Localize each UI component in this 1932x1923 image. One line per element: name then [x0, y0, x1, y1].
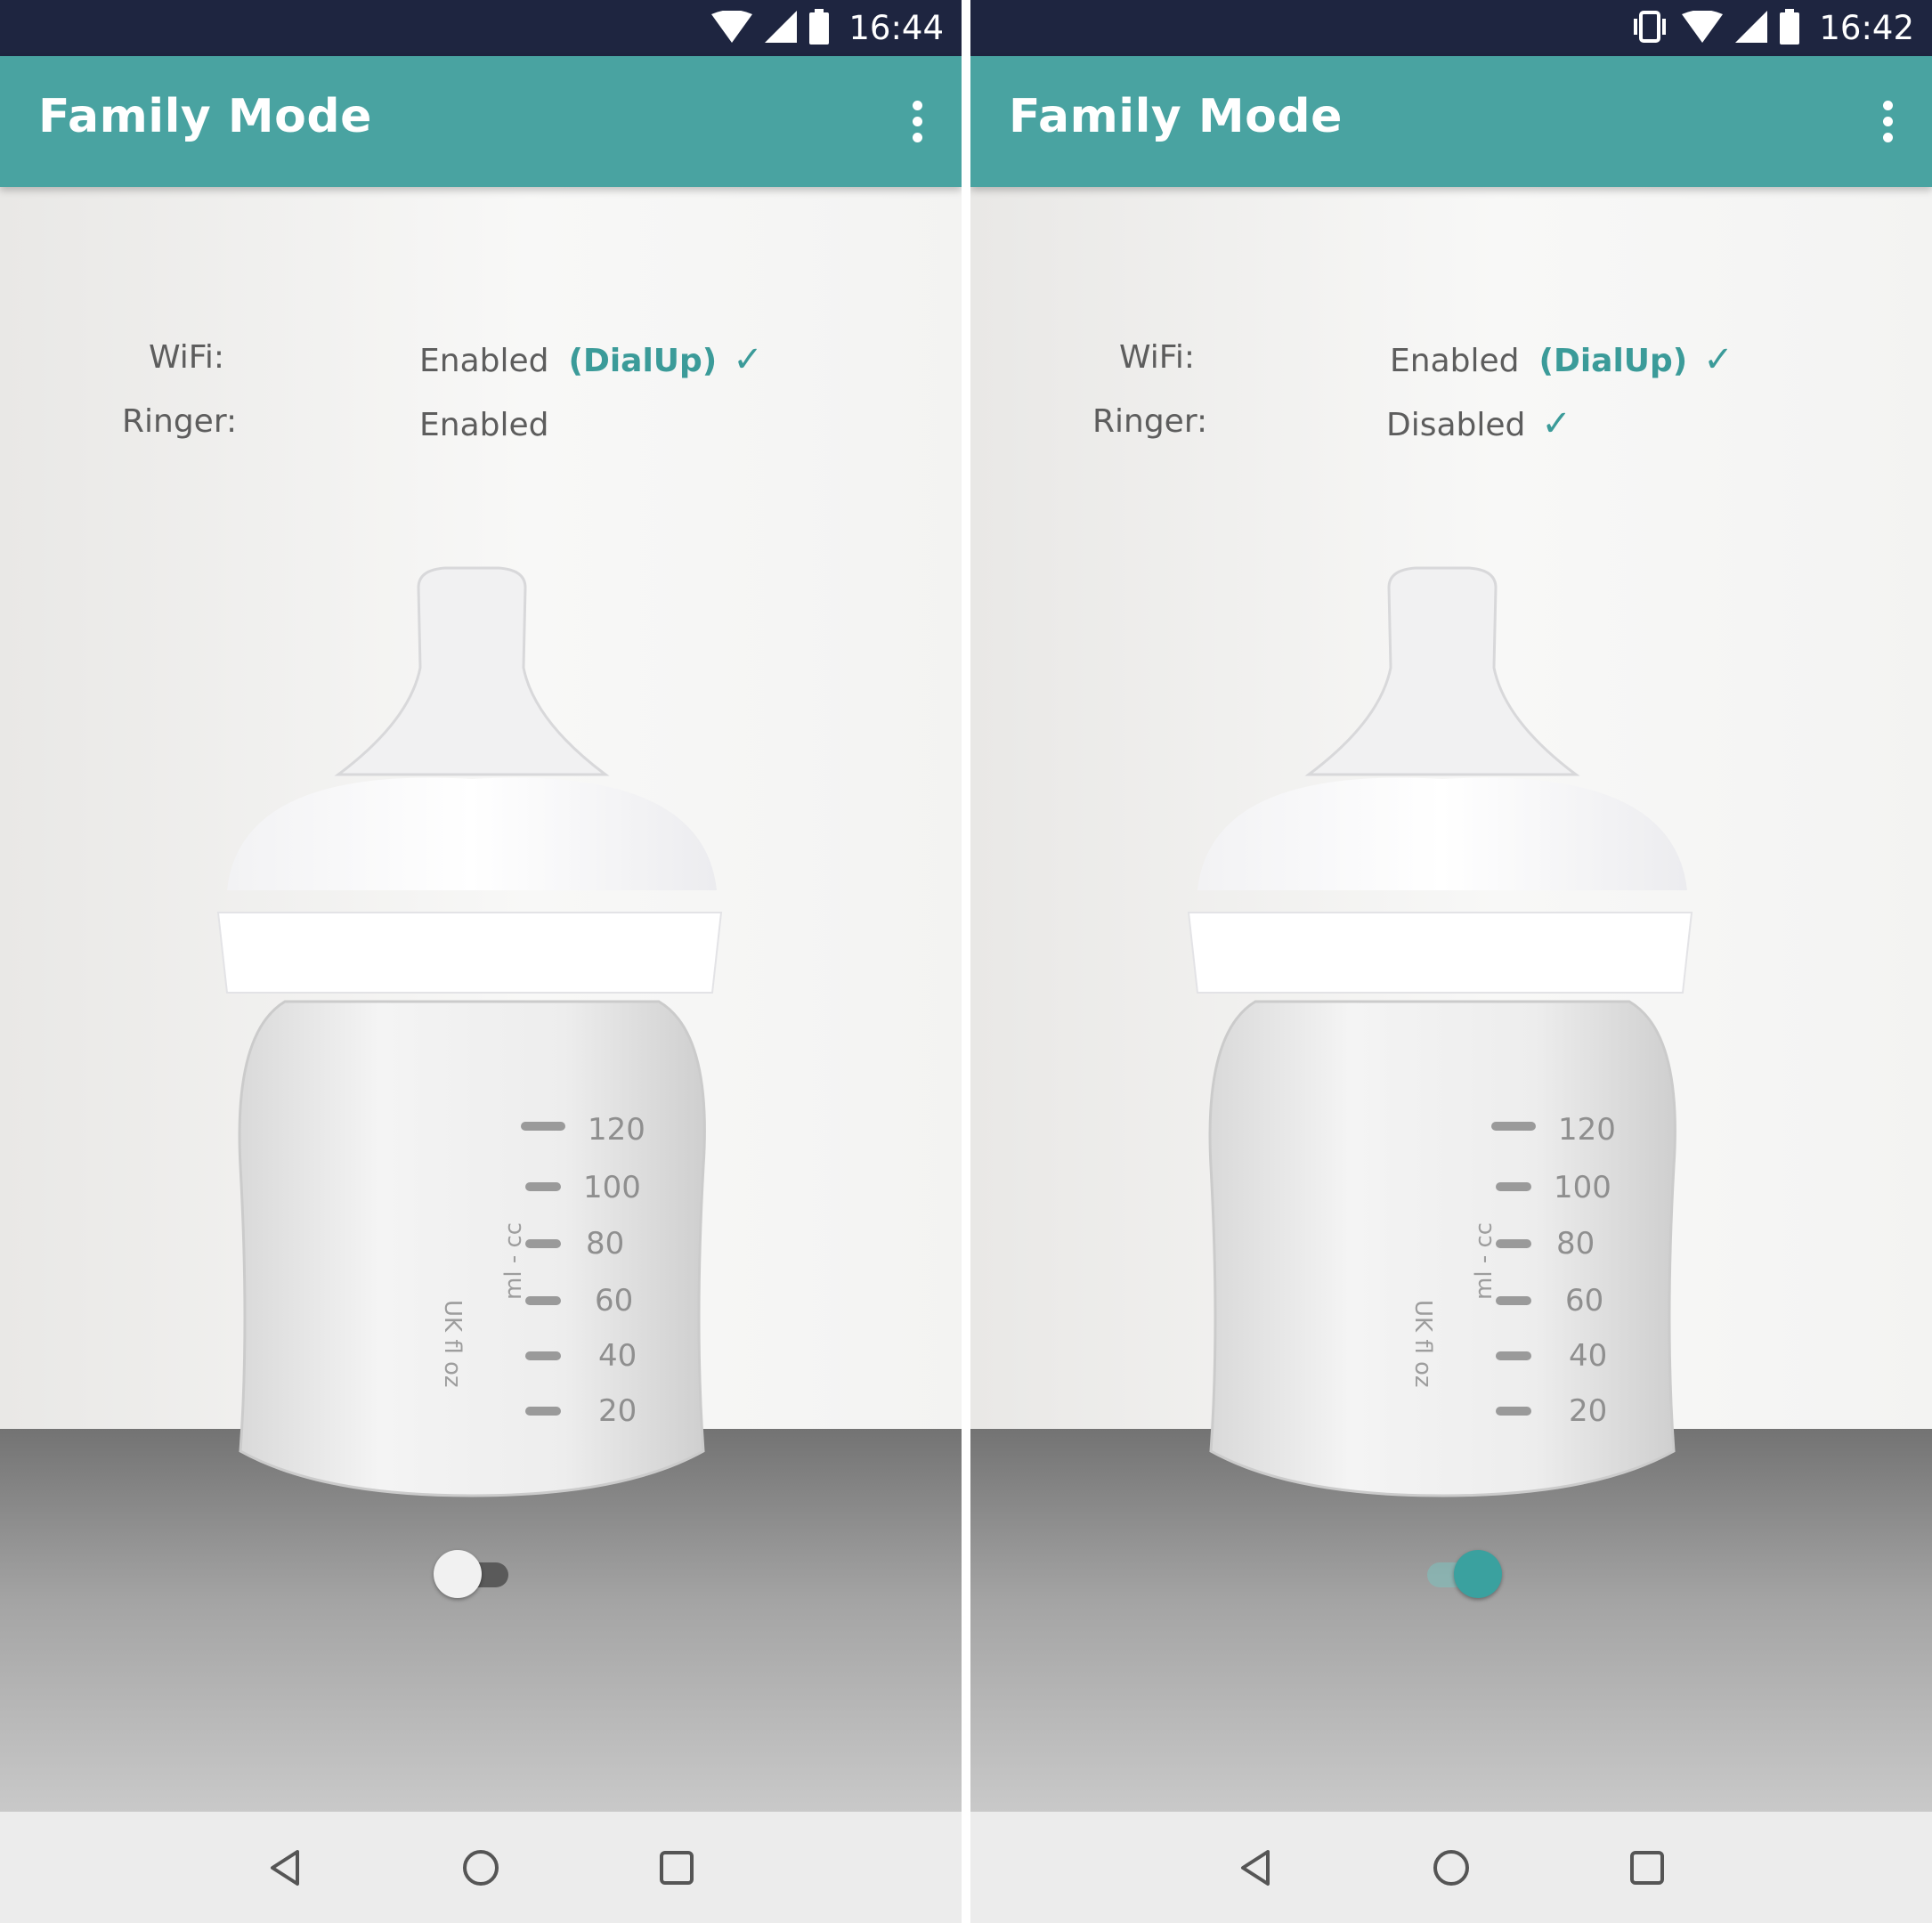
wifi-status: Enabled (DialUp) ✓ — [1390, 339, 1733, 380]
recents-icon[interactable] — [645, 1837, 708, 1899]
ringer-status: Enabled — [419, 403, 564, 444]
back-icon[interactable] — [1224, 1837, 1287, 1899]
ringer-label: Ringer: — [122, 403, 238, 440]
home-icon[interactable] — [450, 1837, 512, 1899]
back-icon[interactable] — [254, 1837, 316, 1899]
app-bar: Family Mode — [970, 56, 1932, 187]
marking-20: 20 — [1569, 1393, 1607, 1429]
ringer-status-text: Disabled — [1386, 407, 1526, 443]
wifi-icon — [1682, 9, 1724, 46]
family-mode-toggle[interactable] — [434, 1547, 514, 1601]
overflow-menu-icon[interactable] — [899, 92, 935, 150]
marking-60: 60 — [1565, 1283, 1603, 1319]
wifi-check-icon: ✓ — [1703, 339, 1733, 380]
phone-screen-left: 16:44 Family Mode 120 100 80 60 40 20 ml… — [0, 0, 962, 1923]
bottle-ml-text: ml - cc — [500, 1222, 527, 1300]
status-bar: 16:44 — [0, 0, 962, 56]
family-mode-toggle[interactable] — [1422, 1547, 1502, 1601]
marking-80: 80 — [586, 1226, 624, 1262]
wifi-network-name: (DialUp) — [568, 343, 718, 379]
marking-40: 40 — [1569, 1338, 1607, 1374]
wifi-status-text: Enabled — [1390, 343, 1520, 379]
marking-60: 60 — [595, 1283, 633, 1319]
app-title: Family Mode — [38, 90, 372, 143]
marking-20: 20 — [598, 1393, 637, 1429]
status-time: 16:42 — [1819, 9, 1914, 47]
bottle-oz-text: UK fl oz — [1409, 1300, 1436, 1388]
vibrate-icon — [1630, 10, 1669, 46]
marking-120: 120 — [588, 1112, 645, 1148]
battery-icon — [809, 8, 830, 48]
app-bar: Family Mode — [0, 56, 962, 187]
navigation-bar — [0, 1812, 962, 1923]
wifi-network-name: (DialUp) — [1538, 343, 1688, 379]
cell-signal-icon — [765, 10, 798, 46]
toggle-thumb — [434, 1550, 482, 1598]
marking-100: 100 — [583, 1170, 641, 1205]
recents-icon[interactable] — [1616, 1837, 1678, 1899]
cell-signal-icon — [1735, 10, 1768, 46]
phone-screen-right: 16:42 Family Mode 120 100 80 60 40 20 ml… — [970, 0, 1932, 1923]
bottle-oz-text: UK fl oz — [439, 1300, 466, 1388]
marking-40: 40 — [598, 1338, 637, 1374]
wifi-check-icon: ✓ — [733, 339, 763, 380]
wifi-status: Enabled (DialUp) ✓ — [419, 339, 763, 380]
battery-icon — [1780, 8, 1800, 48]
ringer-status-text: Enabled — [419, 407, 549, 443]
status-time: 16:44 — [848, 9, 944, 47]
bottle-ml-text: ml - cc — [1471, 1222, 1498, 1300]
ringer-status: Disabled ✓ — [1386, 403, 1571, 444]
marking-100: 100 — [1554, 1170, 1611, 1205]
status-bar: 16:42 — [970, 0, 1932, 56]
ringer-check-icon: ✓ — [1541, 403, 1571, 444]
wifi-label: WiFi: — [1119, 339, 1196, 376]
wifi-label: WiFi: — [149, 339, 225, 376]
home-icon[interactable] — [1420, 1837, 1482, 1899]
marking-120: 120 — [1558, 1112, 1616, 1148]
toggle-thumb — [1454, 1550, 1502, 1598]
wifi-icon — [711, 9, 753, 46]
overflow-menu-icon[interactable] — [1870, 92, 1905, 150]
wifi-status-text: Enabled — [419, 343, 549, 379]
marking-80: 80 — [1556, 1226, 1595, 1262]
ringer-label: Ringer: — [1092, 403, 1208, 440]
navigation-bar — [970, 1812, 1932, 1923]
app-title: Family Mode — [1009, 90, 1343, 143]
